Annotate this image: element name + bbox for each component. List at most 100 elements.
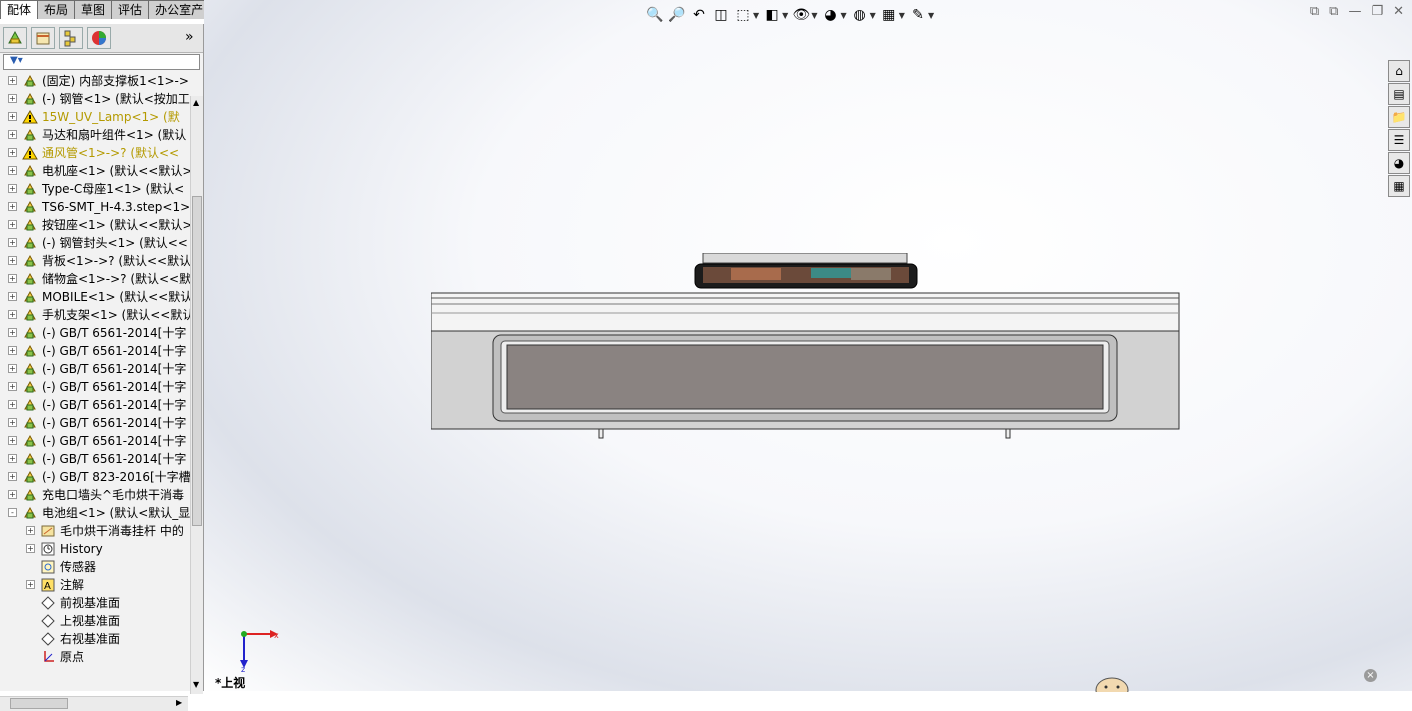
expand-icon[interactable]: + [8, 166, 17, 175]
expand-icon[interactable]: + [8, 310, 17, 319]
tree-item[interactable]: + (-) GB/T 823-2016[十字槽 [0, 468, 190, 486]
dropdown-caret-icon[interactable]: ▼ [753, 11, 759, 20]
expand-icon[interactable]: + [8, 94, 17, 103]
tree-item[interactable]: + 通风管<1>->? (默认<< [0, 144, 190, 162]
tab-0[interactable]: 配体 [0, 0, 39, 19]
panel-more-button[interactable]: » [185, 29, 194, 45]
tree-item[interactable]: + A 注解 [0, 576, 190, 594]
tree-item[interactable]: 前视基准面 [0, 594, 190, 612]
tree-item[interactable]: + 毛巾烘干消毒挂杆 中的 [0, 522, 190, 540]
tree-item[interactable]: + 手机支架<1> (默认<<默认 [0, 306, 190, 324]
tree-item[interactable]: + (-) GB/T 6561-2014[十字 [0, 378, 190, 396]
tree-item[interactable]: + 储物盒<1>->? (默认<<默 [0, 270, 190, 288]
tree-item[interactable]: + Type-C母座1<1> (默认< [0, 180, 190, 198]
tree-item[interactable]: 上视基准面 [0, 612, 190, 630]
expand-icon[interactable]: + [8, 112, 17, 121]
tree-item[interactable]: + 电机座<1> (默认<<默认> [0, 162, 190, 180]
expand-icon[interactable]: + [8, 148, 17, 157]
zoom-to-fit-icon[interactable]: 🔍 [646, 6, 664, 24]
tree-item[interactable]: + (-) GB/T 6561-2014[十字 [0, 450, 190, 468]
expand-icon[interactable]: + [8, 256, 17, 265]
dropdown-caret-icon[interactable]: ▼ [928, 11, 934, 20]
expand-icon[interactable]: + [8, 472, 17, 481]
view-orientation-icon[interactable]: ⬚ [734, 6, 752, 24]
expand-icon[interactable]: + [8, 382, 17, 391]
tree-item[interactable]: + 马达和扇叶组件<1> (默认 [0, 126, 190, 144]
tree-item[interactable]: + (-) GB/T 6561-2014[十字 [0, 324, 190, 342]
expand-icon[interactable]: + [8, 130, 17, 139]
expand-icon[interactable]: + [8, 454, 17, 463]
feature-manager-icon[interactable] [3, 27, 27, 49]
hide-show-icon[interactable]: 👁 [792, 6, 810, 24]
display-manager-icon[interactable] [87, 27, 111, 49]
collapse-icon[interactable]: - [8, 508, 17, 517]
expand-icon[interactable]: + [8, 274, 17, 283]
expand-icon[interactable]: + [8, 400, 17, 409]
home-icon[interactable]: ⌂ [1388, 60, 1410, 82]
scroll-up-icon[interactable]: ▲ [193, 98, 199, 107]
scenes-icon[interactable]: ◍ [851, 6, 869, 24]
expand-icon[interactable]: + [8, 76, 17, 85]
scroll-right-icon[interactable]: ▶ [176, 698, 182, 707]
expand-icon[interactable]: + [26, 544, 35, 553]
minimize-icon[interactable]: — [1348, 4, 1361, 19]
tree-item[interactable]: 传感器 [0, 558, 190, 576]
tab-1[interactable]: 布局 [37, 0, 76, 19]
tree-item[interactable]: + History [0, 540, 190, 558]
tree-item[interactable]: + (-) 钢管<1> (默认<按加工 [0, 90, 190, 108]
appearances-icon[interactable]: ◕ [1388, 152, 1410, 174]
tree-item[interactable]: + (-) GB/T 6561-2014[十字 [0, 342, 190, 360]
expand-icon[interactable]: + [8, 328, 17, 337]
dropdown-caret-icon[interactable]: ▼ [840, 11, 846, 20]
tree-item[interactable]: +15W_UV_Lamp<1> (默 [0, 108, 190, 126]
tree-item[interactable]: 右视基准面 [0, 630, 190, 648]
close-icon[interactable]: ✕ [1393, 4, 1404, 19]
previous-view-icon[interactable]: ↶ [690, 6, 708, 24]
zoom-area-icon[interactable]: 🔎 [668, 6, 686, 24]
tree-item[interactable]: + 背板<1>->? (默认<<默认 [0, 252, 190, 270]
resources-icon[interactable]: ▤ [1388, 83, 1410, 105]
scroll-down-icon[interactable]: ▼ [193, 680, 199, 689]
restore-icon[interactable]: ❐ [1371, 4, 1383, 19]
view-settings-icon[interactable]: ▦ [880, 6, 898, 24]
tool-icon[interactable]: ✎ [909, 6, 927, 24]
dropdown-caret-icon[interactable]: ▼ [811, 11, 817, 20]
expand-icon[interactable]: + [8, 490, 17, 499]
tree-hscroll-thumb[interactable] [10, 698, 68, 709]
tree-item[interactable]: + (-) GB/T 6561-2014[十字 [0, 396, 190, 414]
expand-icon[interactable]: + [8, 418, 17, 427]
tree-horizontal-scrollbar[interactable]: ▶ [0, 696, 188, 711]
display-style-icon[interactable]: ◧ [763, 6, 781, 24]
tree-vertical-scrollbar[interactable]: ▲ ▼ [190, 96, 203, 694]
tree-item[interactable]: + 按钮座<1> (默认<<默认> [0, 216, 190, 234]
expand-icon[interactable]: + [8, 220, 17, 229]
folder-icon[interactable]: 📁 [1388, 106, 1410, 128]
tree-item[interactable]: + (-) GB/T 6561-2014[十字 [0, 360, 190, 378]
tree-item[interactable]: + (-) GB/T 6561-2014[十字 [0, 414, 190, 432]
tree-item[interactable]: + TS6-SMT_H-4.3.step<1> [0, 198, 190, 216]
property-manager-icon[interactable] [31, 27, 55, 49]
tree-item[interactable]: + (固定) 内部支撑板1<1>-> [0, 72, 190, 90]
popup-close-button[interactable]: × [1364, 669, 1377, 682]
dropdown-caret-icon[interactable]: ▼ [899, 11, 905, 20]
expand-icon[interactable]: + [8, 292, 17, 301]
expand-icon[interactable]: + [8, 346, 17, 355]
tree-item[interactable]: + 充电口墙头^毛巾烘干消毒 [0, 486, 190, 504]
expand-icon[interactable]: + [8, 184, 17, 193]
expand-icon[interactable]: + [8, 364, 17, 373]
tile-right-icon[interactable]: ⧉ [1329, 4, 1338, 19]
tile-left-icon[interactable]: ⧉ [1310, 4, 1319, 19]
expand-icon[interactable]: + [8, 436, 17, 445]
assistant-mascot-icon[interactable] [1094, 676, 1130, 692]
tree-item[interactable]: + (-) 钢管封头<1> (默认<< [0, 234, 190, 252]
configuration-manager-icon[interactable] [59, 27, 83, 49]
custom-properties-icon[interactable]: ▦ [1388, 175, 1410, 197]
edit-appearance-icon[interactable]: ◕ [821, 6, 839, 24]
section-view-icon[interactable]: ◫ [712, 6, 730, 24]
tree-item[interactable]: - 电池组<1> (默认<默认_显 [0, 504, 190, 522]
tree-item[interactable]: 原点 [0, 648, 190, 666]
expand-icon[interactable]: + [8, 238, 17, 247]
tree-filter[interactable]: ▼▾ [3, 54, 200, 70]
file-explorer-icon[interactable]: ☰ [1388, 129, 1410, 151]
expand-icon[interactable]: + [26, 526, 35, 535]
